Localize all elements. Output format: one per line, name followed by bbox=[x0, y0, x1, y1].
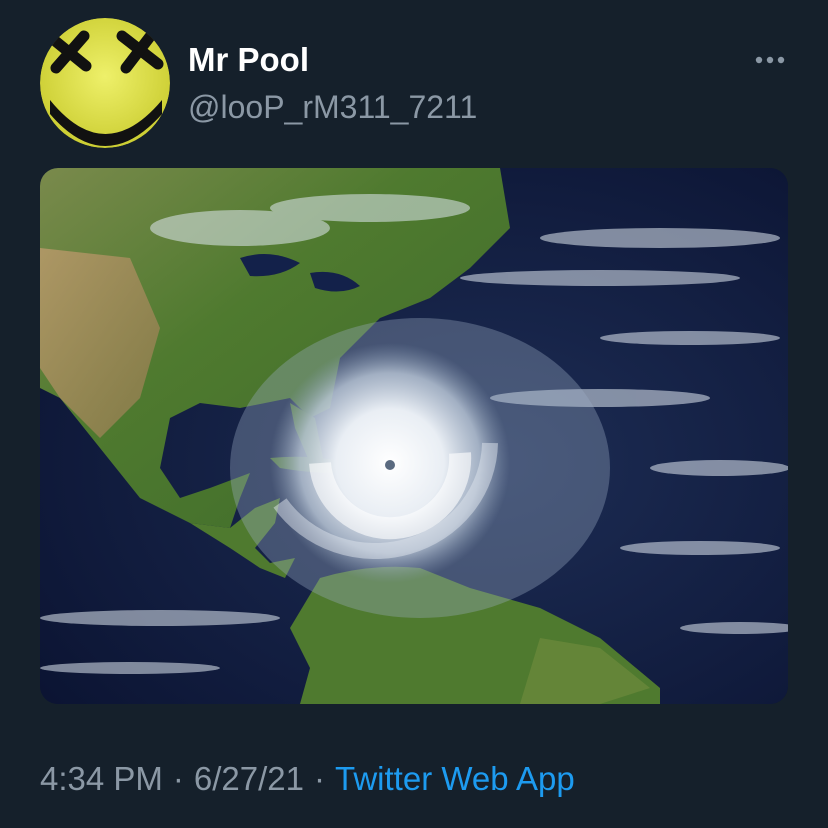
tweet-date[interactable]: 6/27/21 bbox=[194, 760, 304, 797]
tweet-metadata: 4:34 PM · 6/27/21 · Twitter Web App bbox=[40, 757, 575, 801]
tweet-detail: Mr Pool @looP_rM311_7211 4:34 PM · 6/27/… bbox=[0, 0, 828, 828]
author-handle[interactable]: @looP_rM311_7211 bbox=[188, 87, 477, 127]
author-display-name[interactable]: Mr Pool bbox=[188, 40, 309, 80]
hurricane-satellite-image bbox=[40, 168, 788, 704]
tweet-source-link[interactable]: Twitter Web App bbox=[335, 760, 575, 797]
tweet-time[interactable]: 4:34 PM bbox=[40, 760, 163, 797]
tweet-media-image[interactable] bbox=[40, 168, 788, 704]
smiley-avatar-icon bbox=[40, 18, 170, 148]
separator: · bbox=[172, 760, 184, 797]
separator: · bbox=[314, 760, 326, 797]
more-options-button[interactable] bbox=[748, 44, 792, 76]
more-horizontal-icon bbox=[755, 56, 785, 64]
avatar[interactable] bbox=[40, 18, 170, 148]
